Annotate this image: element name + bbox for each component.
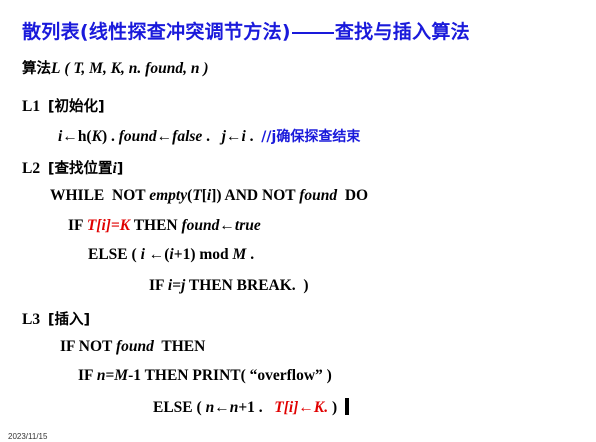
else2-keyword: ELSE ( bbox=[153, 399, 206, 416]
init-line: i←h(K) . found←false . j←i . //j确保探查结束 bbox=[58, 126, 360, 146]
if3-then: THEN bbox=[153, 338, 206, 355]
footer-date: 2023/11/15 bbox=[8, 432, 48, 441]
step-l2-label: L2 bbox=[22, 160, 41, 177]
step-l3-title: [插入] bbox=[47, 312, 91, 328]
step-l3-label: L3 bbox=[22, 311, 41, 328]
step-l1-heading: L1 [初始化] bbox=[22, 95, 105, 116]
if1-assign: ← bbox=[219, 217, 235, 234]
if1-then: THEN bbox=[130, 217, 182, 234]
while-and-not: ]) AND NOT bbox=[211, 187, 300, 204]
if1-condition: T[i]=K bbox=[86, 217, 131, 234]
if1-true: true bbox=[234, 217, 261, 234]
init-assign-2: ← bbox=[225, 128, 242, 145]
if4-condition: n=M bbox=[96, 367, 129, 384]
else1-end: . bbox=[246, 246, 255, 263]
step-l2-heading: L2 [查找位置i] bbox=[22, 157, 123, 178]
text-cursor bbox=[345, 398, 350, 415]
while-do: DO bbox=[337, 187, 369, 204]
init-comment: //j确保探查结束 bbox=[261, 129, 361, 145]
init-hash-close: ) . bbox=[101, 128, 119, 145]
else2-increment: +1 . bbox=[238, 399, 275, 416]
title-suffix: 查找与插入算法 bbox=[334, 21, 470, 43]
while-table: T bbox=[192, 187, 202, 204]
else2-close: ) bbox=[328, 399, 338, 416]
if4-print: -1 THEN PRINT( “overflow” ) bbox=[128, 367, 332, 384]
else2-var-n: n bbox=[205, 399, 215, 416]
if1-found: found bbox=[181, 217, 220, 234]
step-l1-label: L1 bbox=[22, 98, 41, 115]
init-found: found bbox=[118, 128, 157, 145]
if3-keyword: IF NOT bbox=[60, 338, 116, 355]
while-keyword: WHILE NOT bbox=[50, 187, 150, 204]
else1-keyword: ELSE ( bbox=[88, 246, 141, 263]
init-false: false bbox=[172, 128, 203, 145]
else-advance-line: ELSE ( i ←(i+1) mod M . bbox=[88, 246, 254, 264]
if2-then-break: THEN BREAK. ) bbox=[185, 277, 309, 294]
init-hash-open: ←h( bbox=[62, 128, 92, 145]
step-l1-title: [初始化] bbox=[47, 99, 105, 115]
else1-var-m: M bbox=[232, 246, 247, 263]
else-insert-line: ELSE ( n←n+1 . T[i]←K. ) bbox=[153, 398, 350, 417]
init-key: K bbox=[91, 128, 102, 145]
init-sep2: . bbox=[245, 128, 262, 145]
if-overflow-line: IF n=M-1 THEN PRINT( “overflow” ) bbox=[78, 367, 332, 385]
if2-condition: i=j bbox=[167, 277, 186, 294]
if1-keyword: IF bbox=[68, 217, 87, 234]
step-l3-heading: L3 [插入] bbox=[22, 308, 90, 329]
while-found: found bbox=[299, 187, 338, 204]
algorithm-label: 算法 bbox=[22, 61, 51, 77]
else2-assign: ← bbox=[214, 399, 230, 416]
algorithm-header: 算法L ( T, M, K, n. found, n ) bbox=[22, 57, 208, 78]
title-dash bbox=[291, 31, 334, 34]
step-l2-title: [查找位置 bbox=[47, 161, 113, 177]
else2-insert: T[i]←K. bbox=[274, 399, 329, 416]
if2-keyword: IF bbox=[149, 277, 168, 294]
init-sep: . bbox=[202, 128, 222, 145]
init-assign-1: ← bbox=[156, 128, 173, 145]
if4-keyword: IF bbox=[78, 367, 97, 384]
else1-assign: ←( bbox=[144, 246, 170, 263]
if-match-line: IF T[i]=K THEN found←true bbox=[68, 217, 261, 235]
title-prefix: 散列表(线性探查冲突调节方法) bbox=[22, 21, 291, 43]
algorithm-params: ( T, M, K, n. found, n ) bbox=[64, 60, 209, 77]
while-empty: empty bbox=[149, 187, 188, 204]
step-l2-title-end: ] bbox=[116, 161, 124, 177]
while-line: WHILE NOT empty(T[i]) AND NOT found DO bbox=[50, 187, 368, 205]
if3-found: found bbox=[115, 338, 154, 355]
else1-mod: +1) mod bbox=[173, 246, 233, 263]
if-not-found-line: IF NOT found THEN bbox=[60, 338, 205, 356]
slide-title: 散列表(线性探查冲突调节方法) 查找与插入算法 bbox=[22, 17, 470, 44]
if-break-line: IF i=j THEN BREAK. ) bbox=[149, 277, 309, 295]
algorithm-name: L bbox=[51, 60, 61, 77]
